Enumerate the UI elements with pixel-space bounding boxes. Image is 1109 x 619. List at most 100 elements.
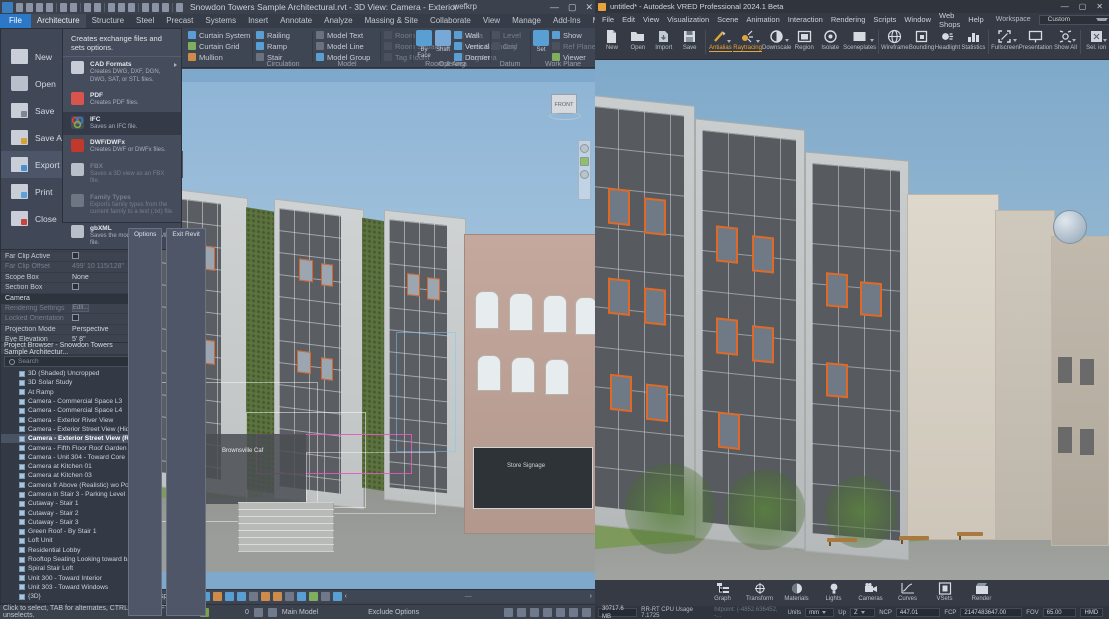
vred-panel-lights[interactable]: Lights (816, 582, 852, 602)
property-row[interactable]: Locked Orientation (1, 314, 144, 325)
steering-wheel-icon[interactable] (580, 144, 589, 153)
browser-view-row[interactable]: Rooftop Seating Looking toward bandstand (1, 555, 144, 564)
property-checkbox[interactable] (72, 252, 79, 259)
vred-window-controls[interactable]: — ▢ ✕ (1061, 2, 1109, 11)
qat-align-icon[interactable] (108, 3, 115, 12)
browser-view-row[interactable]: Cutaway - Stair 1 (1, 499, 144, 508)
browser-view-row[interactable]: Spiral Stair Loft (1, 564, 144, 573)
browser-view-row[interactable]: Camera at Kitchen 03 (1, 471, 144, 480)
browser-view-row[interactable]: Unit 303 - Toward Windows (1, 583, 144, 592)
ribbon-item-model-line[interactable]: Model Line (316, 41, 378, 51)
vred-menubar[interactable]: FileEditViewVisualizationSceneAnimationI… (595, 13, 1109, 26)
browser-view-row[interactable]: Camera - Exterior River View (1, 415, 144, 424)
units-combobox[interactable]: mm (805, 608, 834, 617)
exit-revit-button[interactable]: Exit Revit (166, 228, 205, 616)
vred-panel-render[interactable]: Render (964, 582, 1000, 602)
qat-dimension-icon[interactable] (118, 3, 125, 12)
browser-view-row[interactable]: Camera in Stair 3 - Parking Level (1, 490, 144, 499)
vred-tool-save[interactable]: Save (677, 26, 703, 51)
ribbon-tab-massing-site[interactable]: Massing & Site (359, 14, 424, 28)
ribbon-item-by-face[interactable]: By Face (416, 30, 432, 62)
vred-tool-raytracing[interactable]: Raytracing (733, 26, 762, 52)
ribbon-item-mullion[interactable]: Mullion (188, 52, 250, 62)
vred-tool-bounding[interactable]: Bounding (909, 26, 935, 51)
export-item-fbx[interactable]: FBXSaves a 3D view as an FBX file. (63, 159, 181, 190)
vred-status-bar[interactable]: 30717.6 MB RR-RT CPU Usage 7.1725 hitpoi… (595, 606, 1109, 619)
ribbon-tab-view[interactable]: View (477, 14, 506, 28)
export-panel-items[interactable]: CAD FormatsCreates DWG, DXF, DGN, DWG, S… (63, 57, 181, 252)
export-item-pdf[interactable]: PDFCreates PDF files. (63, 88, 181, 112)
browser-view-row[interactable]: Camera - Exterior Street View (Hidden) (1, 425, 144, 434)
browser-view-row[interactable]: At Ramp (1, 388, 144, 397)
properties-palette[interactable]: Crop Region VisibleFar Clip ActiveFar Cl… (0, 240, 145, 344)
property-row[interactable]: Projection ModePerspective (1, 325, 144, 336)
ribbon-tab-modify[interactable]: Modify (587, 14, 595, 28)
ribbon-tab-add-ins[interactable]: Add-Ins (547, 14, 587, 28)
property-row[interactable]: Rendering SettingsEdit... (1, 304, 144, 315)
browser-view-row[interactable]: 3D (Shaded) Uncropped (1, 369, 144, 378)
browser-view-row[interactable]: Loft Unit (1, 536, 144, 545)
vred-menu-edit[interactable]: Edit (618, 15, 639, 24)
revit-ribbon-tabs[interactable]: FileArchitectureStructureSteelPrecastSys… (0, 14, 595, 28)
vred-tool-presentation[interactable]: Presentation (1019, 26, 1053, 51)
chevron-down-icon[interactable] (1072, 39, 1076, 42)
qat-thin-lines-icon[interactable] (162, 3, 169, 12)
browser-view-row[interactable]: Camera fr Above (Realistic) wo Point Clo… (1, 481, 144, 490)
chevron-down-icon[interactable] (870, 39, 874, 42)
vred-tool-isolate[interactable]: Isolate (817, 26, 843, 51)
browser-view-row[interactable]: Unit 300 - Toward Interior (1, 574, 144, 583)
fov-field[interactable]: 65.00 (1043, 608, 1076, 617)
ribbon-item-show-workplane[interactable]: Show (552, 30, 595, 40)
browser-view-row[interactable]: {3D} (1, 592, 144, 601)
chevron-down-icon[interactable] (1013, 39, 1017, 42)
vred-tool-open[interactable]: Open (625, 26, 651, 51)
property-row[interactable]: Scope BoxNone (1, 273, 144, 284)
property-row[interactable]: Section Box (1, 283, 144, 294)
vred-maximize-button[interactable]: ▢ (1079, 2, 1087, 11)
hmd-button[interactable]: HMD (1080, 608, 1103, 617)
vred-workspace-selector[interactable]: Workspace Custom (988, 15, 1109, 25)
ribbon-panel-opening[interactable]: By Face Shaft Wall Vertical Dormer Openi… (416, 28, 488, 68)
vred-viewport[interactable] (595, 60, 1109, 590)
project-browser[interactable]: Project Browser - Snowdon Towers Sample … (0, 342, 145, 604)
chevron-down-icon[interactable] (785, 39, 789, 42)
search-input-placeholder[interactable]: Search (18, 358, 39, 365)
vred-close-button[interactable]: ✕ (1096, 2, 1103, 11)
revit-close-button[interactable]: ✕ (585, 2, 593, 13)
qat-close-hidden-icon[interactable] (176, 3, 183, 12)
workspace-combobox[interactable]: Custom (1039, 15, 1109, 25)
revit-window-controls[interactable]: — ▢ ✕ (550, 0, 593, 14)
ribbon-tab-systems[interactable]: Systems (199, 14, 242, 28)
ribbon-item-curtain-system[interactable]: Curtain System (188, 30, 250, 40)
fcp-field[interactable]: 2147483647.00 (960, 608, 1022, 617)
vred-tool-import[interactable]: Import (651, 26, 677, 51)
vred-tool-statistics[interactable]: Statistics (960, 26, 986, 51)
navigation-bar[interactable] (578, 140, 591, 200)
ribbon-item-curtain-grid[interactable]: Curtain Grid (188, 41, 250, 51)
vred-panel-cameras[interactable]: Cameras (853, 582, 889, 602)
vred-tool-show-all[interactable]: Show All (1053, 26, 1079, 51)
view-cube[interactable]: FRONT (551, 94, 579, 120)
property-row[interactable]: Far Clip Active (1, 252, 144, 263)
export-item-cad-formats[interactable]: CAD FormatsCreates DWG, DXF, DGN, DWG, S… (63, 57, 181, 88)
vred-panel-materials[interactable]: Materials (779, 582, 815, 602)
chevron-down-icon[interactable] (727, 40, 731, 43)
export-item-dwf-dwfx[interactable]: DWF/DWFxCreates DWF or DWFx files. (63, 135, 181, 159)
vred-panel-vsets[interactable]: VSets (927, 582, 963, 602)
ribbon-item-ref-plane[interactable]: Ref Plane (552, 41, 595, 51)
vred-tool-region[interactable]: Region (791, 26, 817, 51)
vred-menu-file[interactable]: File (598, 15, 618, 24)
vred-menu-help[interactable]: Help (964, 15, 987, 24)
export-item-family-types[interactable]: Family TypesExports family types from th… (63, 190, 181, 221)
vred-tool-headlight[interactable]: Headlight (935, 26, 961, 51)
ribbon-panel-build[interactable]: Curtain System Curtain Grid Mullion (188, 28, 250, 68)
ribbon-item-ramp[interactable]: Ramp (256, 41, 310, 51)
ribbon-tab-insert[interactable]: Insert (242, 14, 274, 28)
revit-minimize-button[interactable]: — (550, 2, 559, 12)
ribbon-item-level[interactable]: Level (492, 30, 528, 40)
ribbon-tab-file[interactable]: File (0, 14, 31, 28)
ribbon-panel-datum[interactable]: Level Grid Datum (492, 28, 528, 68)
qat-print-icon[interactable] (36, 3, 43, 12)
browser-view-row[interactable]: Camera at Kitchen 01 (1, 462, 144, 471)
browser-view-row[interactable]: Camera - Commercial Space L3 (1, 397, 144, 406)
